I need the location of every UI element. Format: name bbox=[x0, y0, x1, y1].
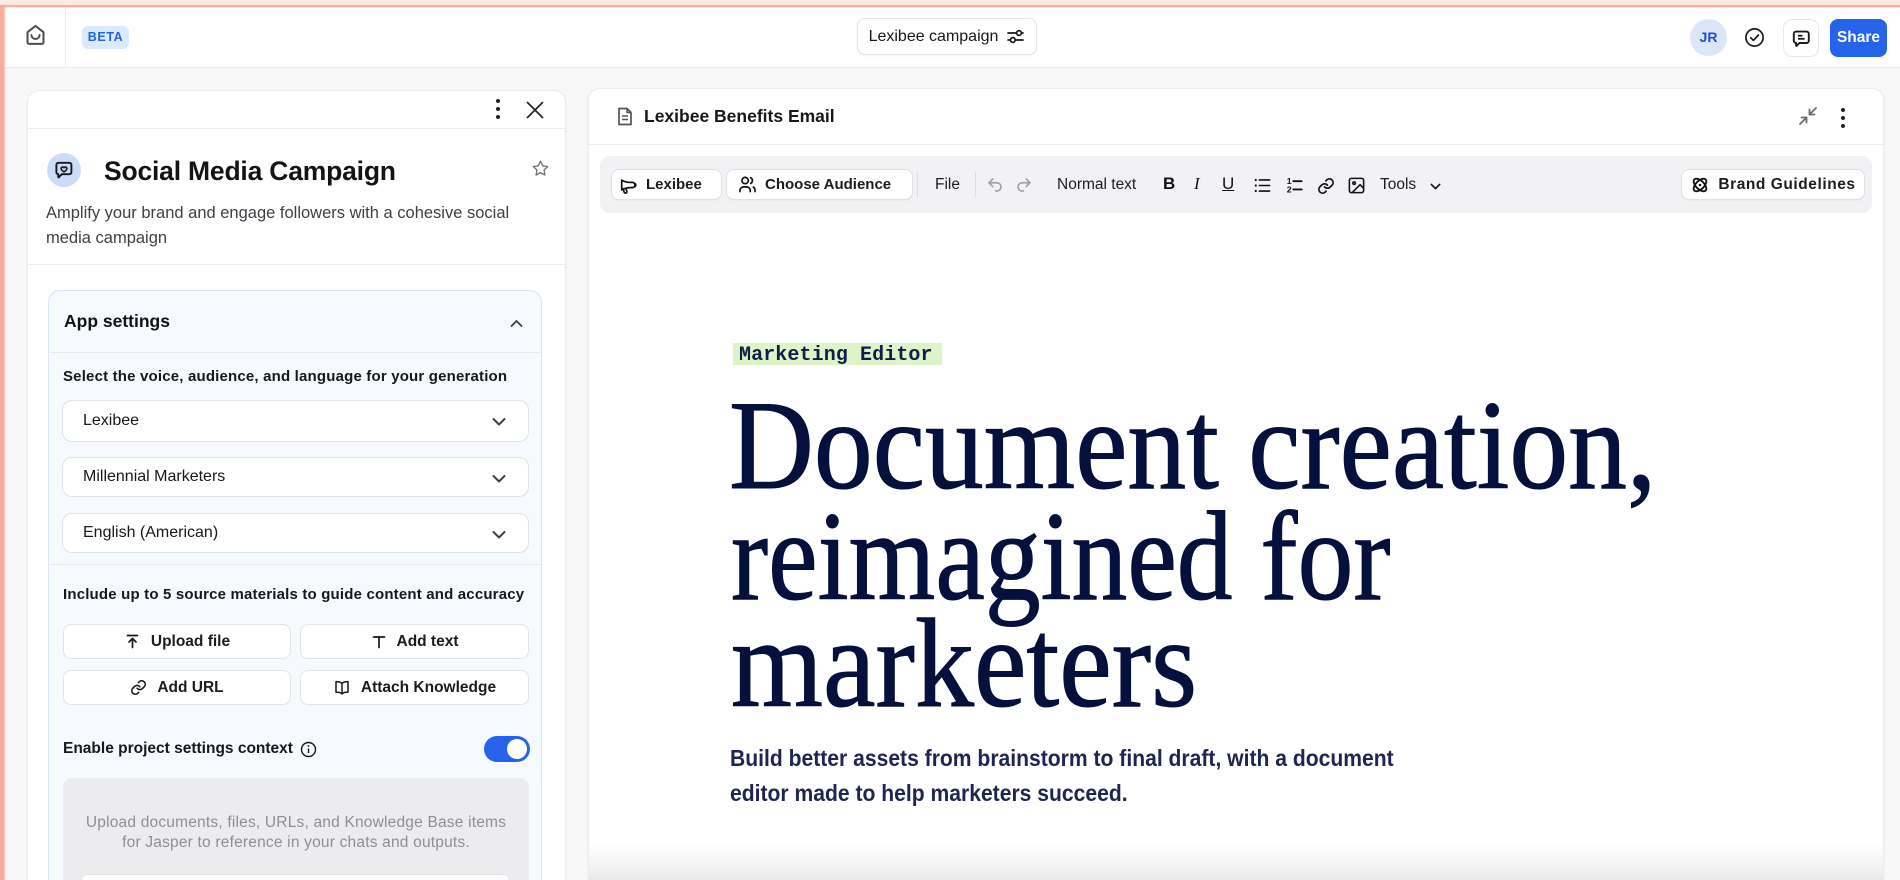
svg-text:2: 2 bbox=[1287, 185, 1292, 195]
